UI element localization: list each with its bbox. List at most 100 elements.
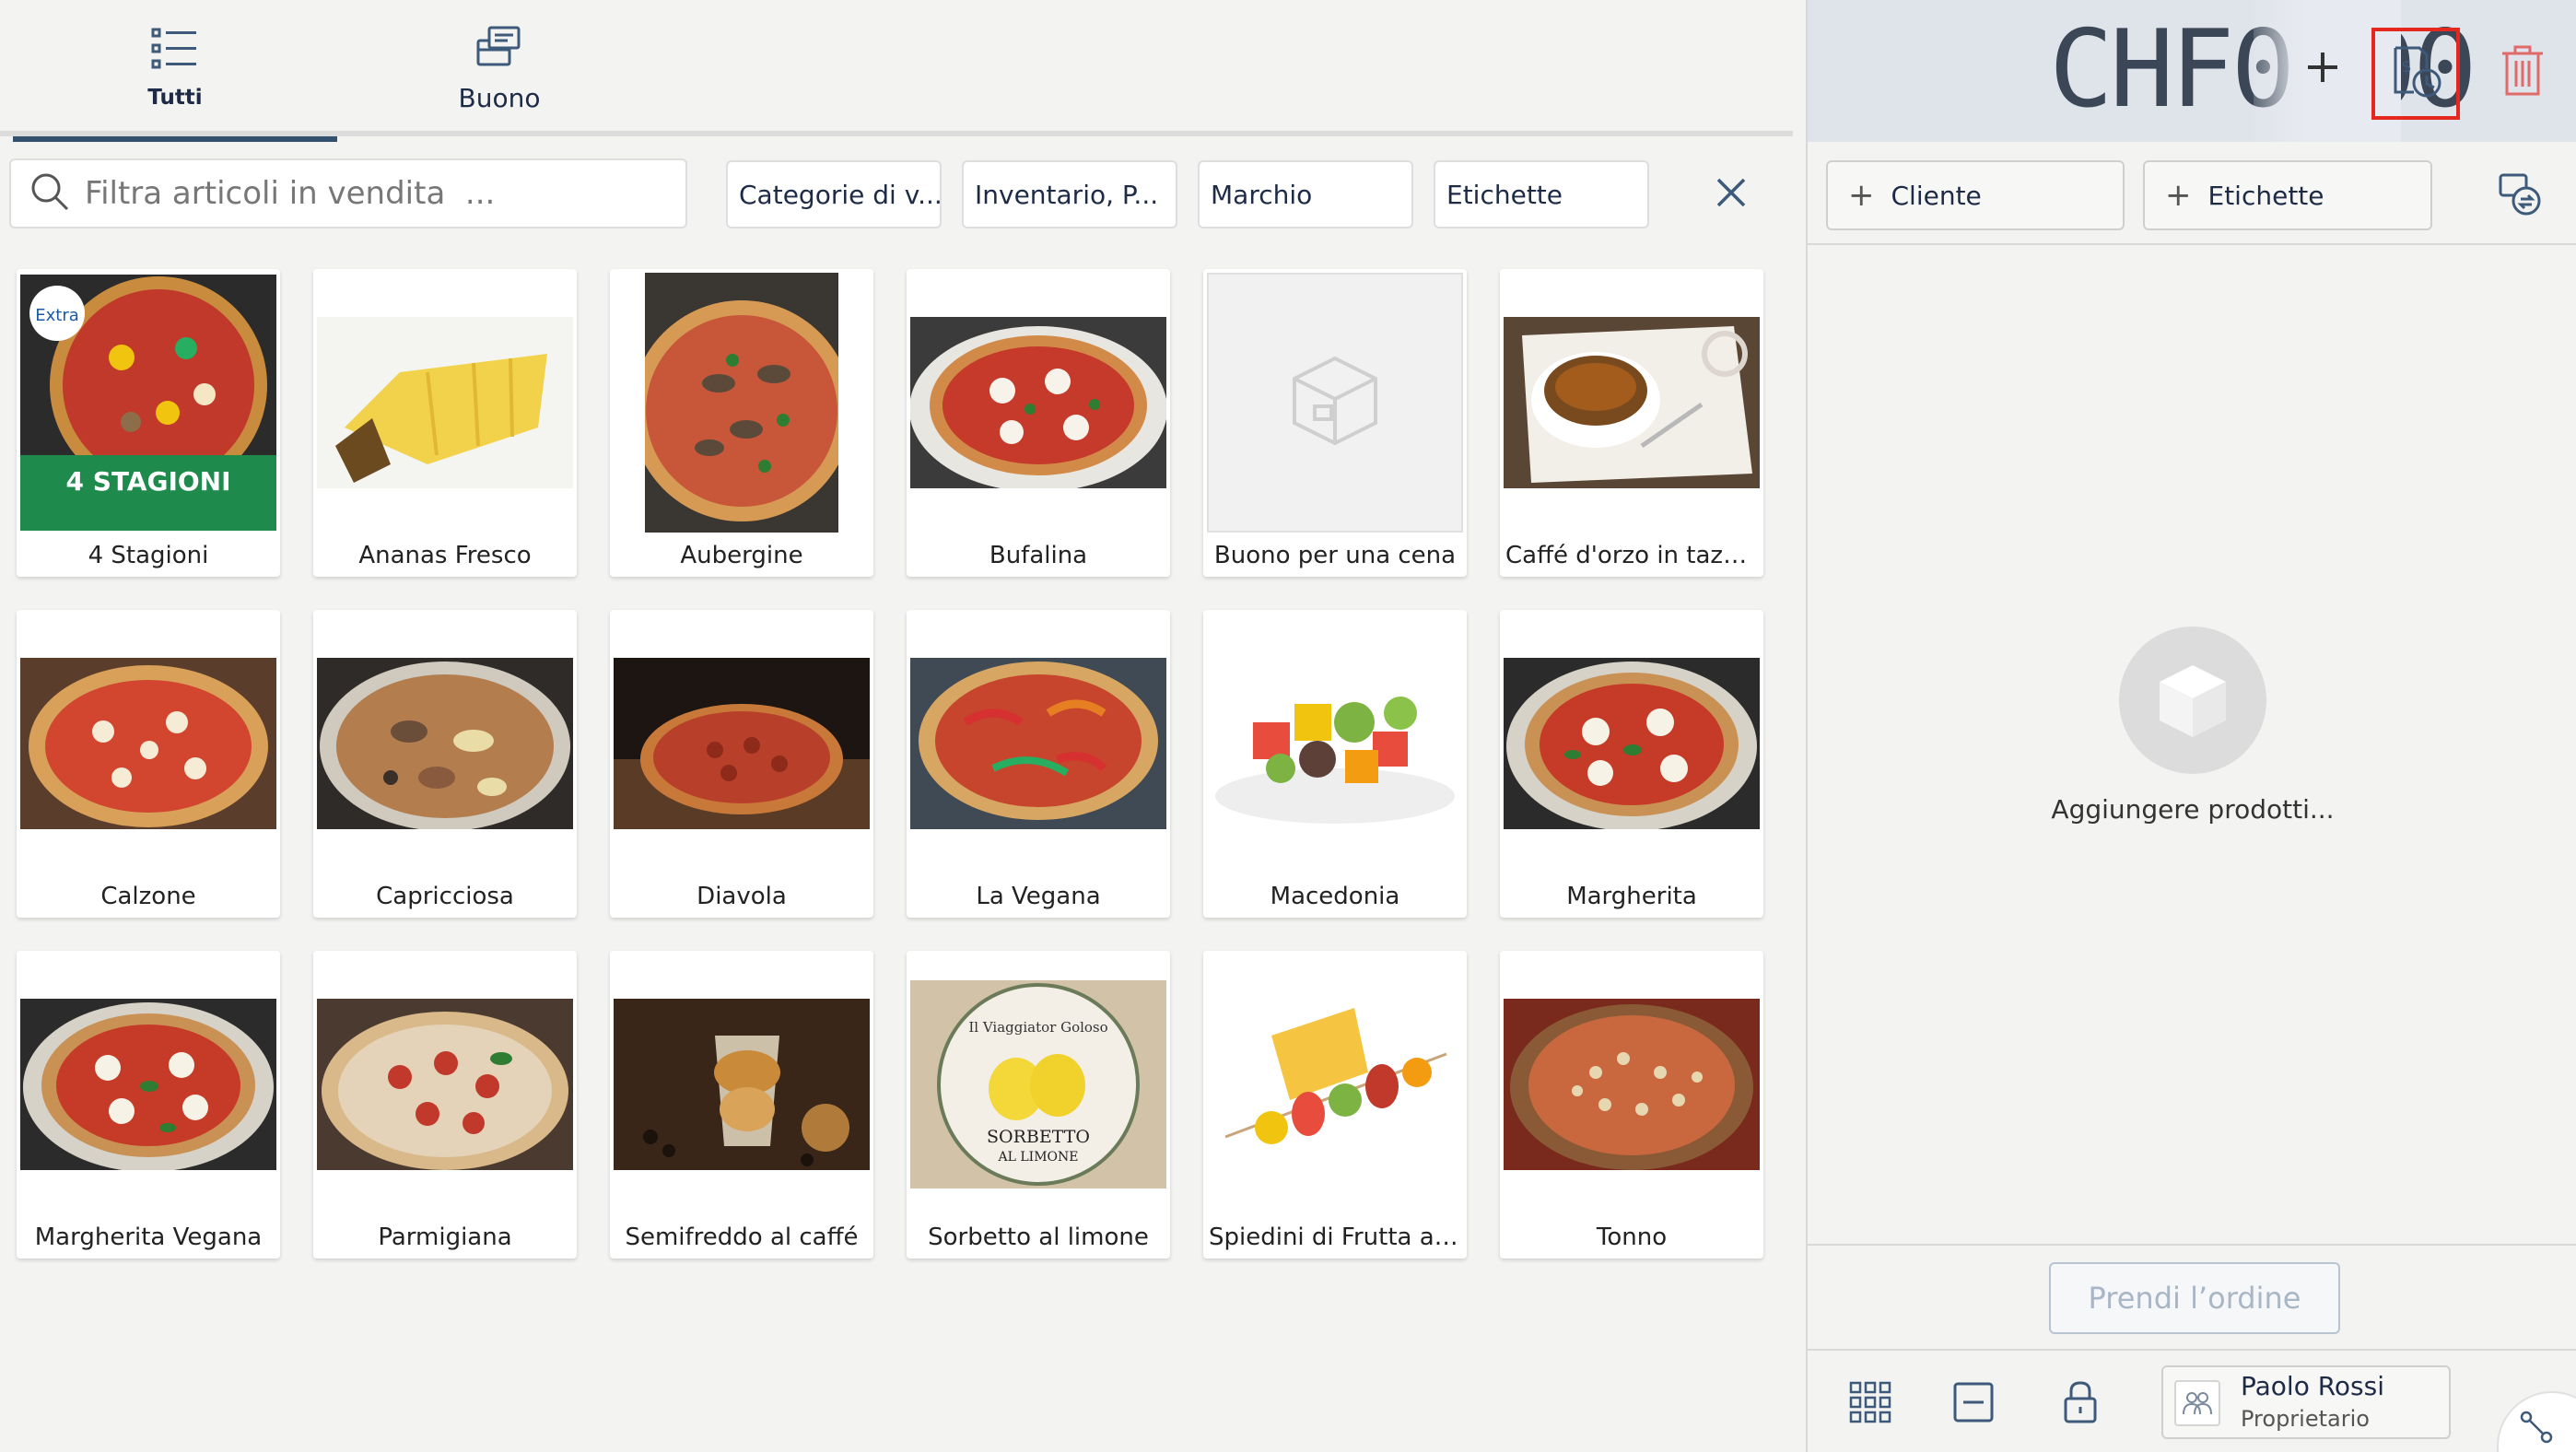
- customer-label: Cliente: [1891, 180, 1982, 211]
- product-card[interactable]: Ananas Fresco: [313, 269, 577, 577]
- user-role: Proprietario: [2241, 1406, 2370, 1432]
- quick-menu-button[interactable]: [2497, 1391, 2576, 1452]
- product-name: Caffé d'orzo in tazz...: [1505, 542, 1758, 569]
- take-order-button[interactable]: Prendi l’ordine: [2049, 1262, 2340, 1334]
- filter-category-button[interactable]: Categorie di v...: [726, 160, 942, 228]
- box-placeholder-icon: [1287, 353, 1383, 452]
- search-input[interactable]: [85, 175, 674, 212]
- product-name: Diavola: [697, 883, 787, 910]
- product-image: [1504, 614, 1760, 873]
- product-card[interactable]: Macedonia: [1203, 610, 1467, 918]
- product-image: [1504, 273, 1760, 533]
- product-image: Il Viaggiator Goloso SORBETTO AL LIMONE: [910, 954, 1166, 1214]
- product-name: Capricciosa: [376, 883, 514, 910]
- grid-icon: [1849, 1381, 1891, 1427]
- product-card[interactable]: Capricciosa: [313, 610, 577, 918]
- svg-text:$: $: [2401, 57, 2411, 76]
- list-icon: [150, 27, 200, 76]
- trash-icon: [2500, 44, 2545, 100]
- add-customer-button[interactable]: + Cliente: [1826, 160, 2125, 230]
- cash-drawer-button[interactable]: [1948, 1378, 1999, 1430]
- product-card[interactable]: Aubergine: [610, 269, 873, 577]
- transfer-icon: [2497, 171, 2543, 221]
- product-image: [910, 273, 1166, 533]
- svg-text:Extra: Extra: [35, 306, 79, 325]
- lock-icon: [2062, 1380, 2099, 1428]
- box-icon: [2119, 626, 2266, 774]
- filter-brand-button[interactable]: Marchio: [1198, 160, 1413, 228]
- plus-icon: +: [1848, 177, 1875, 214]
- product-card[interactable]: Margherita: [1500, 610, 1763, 918]
- invoice-clock-icon: $: [2388, 44, 2443, 103]
- plus-icon: [2304, 49, 2341, 89]
- product-card[interactable]: Calzone: [17, 610, 280, 918]
- product-image: [317, 273, 573, 533]
- product-image: [1207, 954, 1463, 1214]
- product-name: Aubergine: [680, 542, 803, 569]
- product-name: Margherita: [1566, 883, 1697, 910]
- product-name: Margherita Vegana: [34, 1224, 263, 1251]
- clear-cart-button[interactable]: [2488, 35, 2558, 109]
- product-name: Parmigiana: [378, 1224, 512, 1251]
- product-card[interactable]: Buono per una cena: [1203, 269, 1467, 577]
- grid-view-button[interactable]: [1844, 1378, 1896, 1430]
- product-name: Semifreddo al caffé: [625, 1224, 859, 1251]
- product-card[interactable]: Spiedini di Frutta a ...: [1203, 951, 1467, 1259]
- product-name: Spiedini di Frutta a ...: [1209, 1224, 1461, 1251]
- add-button[interactable]: [2290, 37, 2355, 101]
- product-card[interactable]: Margherita Vegana: [17, 951, 280, 1259]
- product-image: [317, 954, 573, 1214]
- transfer-button[interactable]: [2493, 170, 2547, 223]
- svg-text:SORBETTO: SORBETTO: [987, 1127, 1090, 1147]
- empty-cart-state: Aggiungere prodotti...: [1808, 626, 2576, 825]
- product-image: [20, 614, 276, 873]
- svg-text:Il Viaggiator Goloso: Il Viaggiator Goloso: [968, 1019, 1107, 1036]
- plus-icon: +: [2165, 177, 2192, 214]
- search-box[interactable]: [9, 158, 687, 228]
- filter-tags-button[interactable]: Etichette: [1434, 160, 1649, 228]
- category-tabs: Tutti Buono: [0, 0, 1793, 142]
- product-card[interactable]: Bufalina: [907, 269, 1170, 577]
- empty-cart-text: Aggiungere prodotti...: [2051, 794, 2335, 825]
- product-image: [614, 273, 870, 533]
- deferred-payment-button[interactable]: $: [2371, 28, 2460, 120]
- order-area: Prendi l’ordine: [1808, 1244, 2576, 1349]
- product-name: Bufalina: [989, 542, 1088, 569]
- clear-filters-button[interactable]: [1706, 170, 1756, 219]
- svg-text:4 STAGIONI: 4 STAGIONI: [65, 466, 230, 497]
- lock-button[interactable]: [2055, 1378, 2106, 1430]
- product-image: [20, 954, 276, 1214]
- close-icon: [1715, 177, 1747, 212]
- product-name: 4 Stagioni: [88, 542, 209, 569]
- product-image: [1207, 273, 1463, 533]
- product-card[interactable]: Diavola: [610, 610, 873, 918]
- product-card[interactable]: Parmigiana: [313, 951, 577, 1259]
- product-image: Extra 4 STAGIONI: [20, 273, 276, 533]
- user-switcher[interactable]: Paolo Rossi Proprietario: [2161, 1365, 2451, 1439]
- product-image: [910, 614, 1166, 873]
- product-name: La Vegana: [976, 883, 1101, 910]
- share-icon: [2519, 1410, 2556, 1450]
- product-image: [614, 614, 870, 873]
- product-card[interactable]: La Vegana: [907, 610, 1170, 918]
- product-image: [317, 614, 573, 873]
- cart-footer: Paolo Rossi Proprietario: [1808, 1349, 2576, 1452]
- product-image: [1504, 954, 1760, 1214]
- filter-bar: Categorie di v... Inventario, P... March…: [0, 142, 1793, 251]
- cart-actions-bar: + Cliente + Etichette: [1808, 142, 2576, 245]
- product-name: Buono per una cena: [1213, 542, 1457, 569]
- add-tags-button[interactable]: + Etichette: [2143, 160, 2432, 230]
- cart-header: CHF0,00 $: [1808, 0, 2576, 142]
- filter-inventory-button[interactable]: Inventario, P...: [962, 160, 1177, 228]
- product-card[interactable]: Semifreddo al caffé: [610, 951, 873, 1259]
- tab-voucher[interactable]: Buono: [337, 0, 662, 136]
- product-card[interactable]: Extra 4 STAGIONI 4 Stagioni: [17, 269, 280, 577]
- product-name: Sorbetto al limone: [928, 1224, 1149, 1251]
- product-name: Calzone: [100, 883, 196, 910]
- tab-all[interactable]: Tutti: [13, 0, 337, 142]
- product-card[interactable]: Caffé d'orzo in tazz...: [1500, 269, 1763, 577]
- product-card[interactable]: Tonno: [1500, 951, 1763, 1259]
- svg-text:AL LIMONE: AL LIMONE: [998, 1150, 1079, 1165]
- product-card[interactable]: Il Viaggiator Goloso SORBETTO AL LIMONE …: [907, 951, 1170, 1259]
- tab-label: Buono: [458, 82, 541, 113]
